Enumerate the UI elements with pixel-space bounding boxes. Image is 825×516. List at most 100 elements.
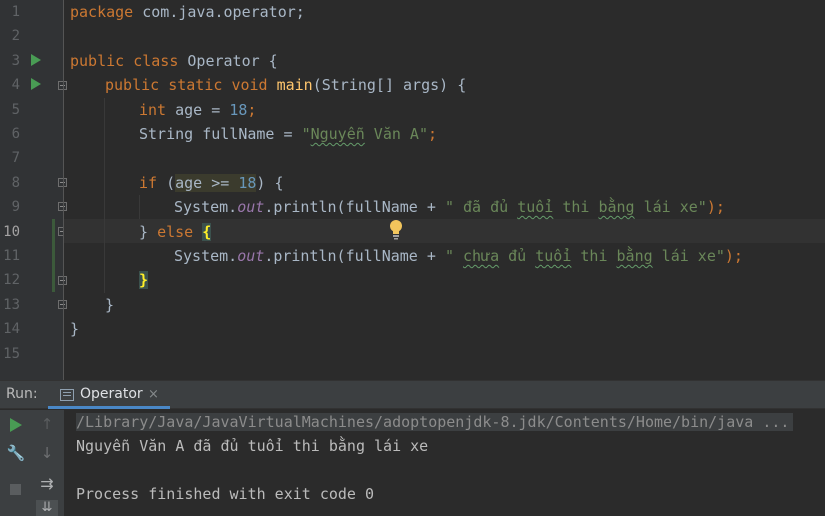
method-call: .println(fullName + bbox=[264, 247, 445, 265]
paren-close: ) { bbox=[256, 173, 284, 192]
run-panel-label: Run: bbox=[6, 386, 38, 402]
java-command[interactable]: /Library/Java/JavaVirtualMachines/adopto… bbox=[76, 413, 794, 431]
code-line-4: public static void main(String[] args) { bbox=[105, 73, 466, 97]
soft-wrap-icon[interactable]: ⇉ bbox=[37, 474, 57, 494]
keyword: public bbox=[70, 51, 125, 70]
string-typo: Nguyễn bbox=[310, 125, 365, 143]
var-decl: String fullName = bbox=[139, 125, 302, 143]
vcs-change-marker bbox=[52, 219, 55, 292]
string-literal: " bbox=[444, 247, 463, 265]
code-line-6: String fullName = "Nguyễn Văn A"; bbox=[139, 122, 437, 146]
var-decl: age = bbox=[166, 100, 230, 119]
keyword: void bbox=[231, 76, 268, 95]
method-name: main bbox=[276, 76, 313, 95]
wrench-icon[interactable]: 🔧 bbox=[6, 444, 26, 464]
line-number-6: 6 bbox=[11, 126, 20, 142]
down-arrow-icon[interactable]: ↓ bbox=[37, 444, 57, 464]
string-literal: đủ bbox=[499, 247, 536, 265]
code-line-12: } bbox=[139, 268, 149, 292]
line-number-13: 13 bbox=[3, 296, 20, 313]
semicolon: ; bbox=[247, 100, 257, 119]
line-number-15: 15 bbox=[3, 345, 20, 362]
line-number-9: 9 bbox=[11, 199, 20, 216]
line-number-3: 3 bbox=[11, 52, 20, 69]
line-number-2: 2 bbox=[11, 28, 20, 45]
run-panel: Run: Operator × /Library/Java/JavaVirtua… bbox=[0, 380, 825, 516]
condition: age >= bbox=[175, 173, 239, 192]
code-editor[interactable]: 1 2 3 4 5 6 7 8 9 10 11 12 13 14 15 pack… bbox=[0, 0, 825, 380]
code-line-9: System.out.println(fullName + " đã đủ tu… bbox=[174, 195, 725, 219]
brace-close: } bbox=[70, 320, 80, 339]
line-number-7: 7 bbox=[11, 150, 20, 167]
line-number-5: 5 bbox=[11, 101, 20, 118]
string-literal: lái xe" bbox=[634, 198, 707, 217]
class-ref: System. bbox=[174, 198, 238, 217]
code-line-1: package com.java.operator; bbox=[70, 0, 305, 24]
tab-label: Operator bbox=[80, 386, 143, 402]
code-line-14: } bbox=[70, 317, 79, 341]
gutter-divider bbox=[63, 0, 64, 380]
class-ref: System. bbox=[174, 247, 238, 265]
run-panel-header: Run: Operator × bbox=[0, 380, 825, 409]
command-line[interactable]: /Library/Java/JavaVirtualMachines/adopto… bbox=[76, 410, 794, 434]
string-typo: bằng bbox=[616, 247, 653, 265]
line-number-1: 1 bbox=[11, 4, 20, 20]
editor-gutter: 1 2 3 4 5 6 7 8 9 10 11 12 13 14 15 bbox=[0, 0, 67, 380]
line-number-8: 8 bbox=[11, 174, 20, 191]
rerun-button[interactable] bbox=[6, 415, 26, 435]
stop-button[interactable] bbox=[6, 480, 26, 500]
keyword: else bbox=[157, 222, 194, 241]
statement-end: ); bbox=[724, 247, 743, 265]
string-literal: " đã đủ bbox=[444, 198, 518, 217]
code-line-11: System.out.println(fullName + " chưa đủ … bbox=[174, 244, 743, 268]
close-icon[interactable]: × bbox=[148, 387, 159, 402]
keyword: int bbox=[139, 100, 167, 119]
code-text[interactable]: package com.java.operator; public class … bbox=[70, 0, 743, 380]
keyword: public bbox=[105, 76, 160, 95]
string-typo: tuổi bbox=[535, 247, 572, 265]
package-name: com.java.operator; bbox=[133, 3, 305, 21]
string-typo: bằng bbox=[598, 198, 635, 217]
string-literal: thi bbox=[553, 198, 599, 217]
string-quote: " bbox=[301, 125, 311, 143]
up-arrow-icon[interactable]: ↑ bbox=[37, 415, 57, 435]
string-literal: lái xe" bbox=[652, 247, 725, 265]
code-line-13: } bbox=[105, 293, 114, 317]
active-tab-indicator bbox=[48, 406, 170, 409]
number-literal: 18 bbox=[229, 100, 248, 119]
code-line-10: } else { bbox=[139, 220, 212, 244]
string-typo: tuổi bbox=[517, 198, 554, 217]
string-literal: Văn A" bbox=[364, 125, 428, 143]
method-params: (String[] args) { bbox=[312, 76, 467, 95]
paren: ( bbox=[157, 173, 176, 192]
line-number-4: 4 bbox=[11, 77, 20, 94]
statement-end: ); bbox=[706, 198, 725, 217]
matched-brace: { bbox=[202, 222, 212, 241]
keyword: package bbox=[70, 3, 134, 21]
static-field: out bbox=[237, 247, 265, 265]
string-typo: chưa bbox=[463, 247, 500, 265]
keyword: class bbox=[133, 51, 179, 70]
code-line-5: int age = 18; bbox=[139, 98, 256, 122]
lightbulb-icon[interactable] bbox=[388, 219, 404, 241]
code-line-3: public class Operator { bbox=[70, 49, 278, 73]
brace-close: } bbox=[139, 222, 158, 241]
number-literal: 18 bbox=[238, 173, 257, 192]
code-line-8: if (age >= 18) { bbox=[139, 171, 284, 195]
program-output: Nguyễn Văn A đã đủ tuổi thi bằng lái xe bbox=[76, 437, 429, 455]
line-number-11: 11 bbox=[3, 248, 20, 264]
method-call: .println(fullName + bbox=[264, 198, 445, 217]
run-class-icon[interactable] bbox=[31, 54, 41, 66]
line-number-10: 10 bbox=[3, 223, 20, 240]
line-number-14: 14 bbox=[3, 321, 20, 338]
console-icon bbox=[60, 389, 74, 401]
run-main-icon[interactable] bbox=[31, 78, 41, 90]
static-field: out bbox=[237, 198, 265, 217]
scroll-to-end-icon[interactable]: ⇊ bbox=[36, 500, 58, 516]
semicolon: ; bbox=[428, 125, 438, 143]
indent-guide bbox=[139, 195, 140, 219]
keyword: if bbox=[139, 173, 158, 192]
string-literal: thi bbox=[571, 247, 617, 265]
matched-brace: } bbox=[139, 271, 149, 290]
